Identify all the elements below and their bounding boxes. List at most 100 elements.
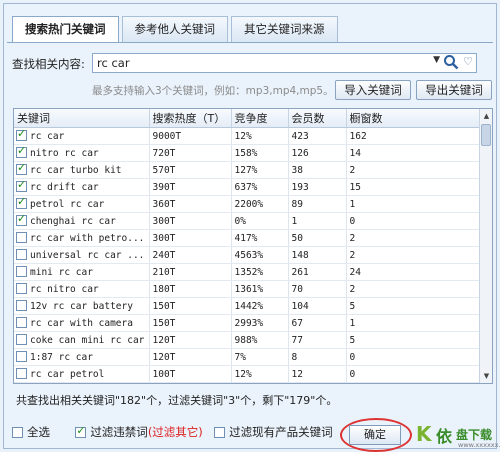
keyword-cell: rc car turbo kit	[14, 161, 150, 179]
row-checkbox[interactable]	[16, 283, 27, 294]
competition-cell: 2993%	[231, 314, 289, 332]
heat-cell: 300T	[149, 229, 232, 247]
keyword-text: rc car with camera	[30, 318, 133, 329]
competition-cell: 1361%	[231, 280, 289, 298]
table-row[interactable]: rc car 9000T12%423162	[14, 127, 481, 145]
heat-cell: 150T	[149, 314, 232, 332]
row-checkbox[interactable]	[16, 266, 27, 277]
row-checkbox[interactable]	[16, 196, 27, 209]
row-checkbox[interactable]	[16, 249, 27, 260]
competition-cell: 1352%	[231, 263, 289, 281]
filter-existing-checkbox[interactable]	[214, 427, 226, 438]
table-row[interactable]: mini rc car 210T 1352% 261 24	[14, 263, 481, 281]
logo-glyph: K	[416, 422, 432, 446]
keyword-text: 12v rc car battery	[30, 301, 133, 312]
members-cell: 261	[288, 263, 347, 281]
search-input[interactable]: rc car	[97, 56, 130, 70]
row-checkbox[interactable]	[16, 300, 27, 311]
heat-cell: 720T	[149, 144, 232, 162]
keyword-text: chenghai rc car	[30, 216, 116, 227]
table-row[interactable]: rc nitro car 180T 1361% 70 2	[14, 280, 481, 298]
row-checkbox[interactable]	[16, 232, 27, 243]
table-row[interactable]: rc car with camera 150T 2993% 67 1	[14, 314, 481, 332]
tab-bar: 搜索热门关键词 参考他人关键词 其它关键词来源	[12, 16, 341, 42]
windows-cell: 2	[346, 246, 481, 264]
competition-cell: 637%	[231, 178, 289, 196]
competition-cell: 4563%	[231, 246, 289, 264]
heat-cell: 150T	[149, 297, 232, 315]
table-row[interactable]: rc car turbo kit 570T127%382	[14, 161, 481, 179]
keyword-cell: nitro rc car	[14, 144, 150, 162]
row-checkbox[interactable]	[16, 334, 27, 345]
windows-cell: 1	[346, 314, 481, 332]
table-row[interactable]: nitro rc car 720T158%12614	[14, 144, 481, 162]
table-row[interactable]: coke can mini rc car 120T 988% 77 5	[14, 331, 481, 349]
heart-icon[interactable]: ♡	[463, 55, 473, 68]
row-checkbox[interactable]	[16, 162, 27, 175]
search-icon[interactable]	[443, 54, 459, 70]
table-row[interactable]: 12v rc car battery 150T 1442% 104 5	[14, 297, 481, 315]
search-combo[interactable]: rc car ▼ ♡	[92, 53, 477, 73]
export-keywords-button[interactable]: 导出关键词	[416, 80, 492, 100]
col-competition[interactable]: 竞争度	[231, 109, 289, 128]
members-cell: 12	[288, 365, 347, 383]
keyword-text: coke can mini rc car	[30, 335, 145, 346]
import-keywords-button[interactable]: 导入关键词	[335, 80, 411, 100]
keyword-cell: 12v rc car battery	[14, 297, 150, 315]
keyword-text: rc car with petro...	[30, 233, 145, 244]
filter-banned-checkbox[interactable]	[75, 424, 87, 438]
tab-other-sources[interactable]: 其它关键词来源	[231, 16, 338, 42]
logo-url: www.xxxxxx.com	[458, 441, 500, 449]
select-all-checkbox[interactable]	[12, 427, 23, 438]
filter-existing-label: 过滤现有产品关键词	[229, 425, 333, 439]
members-cell: 126	[288, 144, 347, 162]
keyword-dialog: 搜索热门关键词 参考他人关键词 其它关键词来源 查找相关内容: rc car ▼…	[3, 3, 500, 452]
scroll-thumb[interactable]	[481, 124, 491, 146]
scroll-up-icon[interactable]: ▲	[481, 110, 492, 122]
filter-other-link[interactable]: (过滤其它)	[148, 425, 203, 439]
row-checkbox[interactable]	[16, 128, 27, 141]
table-scrollbar[interactable]: ▲ ▼	[479, 109, 492, 383]
heat-cell: 240T	[149, 246, 232, 264]
members-cell: 193	[288, 178, 347, 196]
keyword-cell: rc nitro car	[14, 280, 150, 298]
row-checkbox[interactable]	[16, 317, 27, 328]
row-checkbox[interactable]	[16, 213, 27, 226]
table-row[interactable]: universal rc car ... 240T 4563% 148 2	[14, 246, 481, 264]
tab-reference-keywords[interactable]: 参考他人关键词	[121, 16, 228, 42]
keyword-text: rc nitro car	[30, 284, 99, 295]
tab-hot-keywords[interactable]: 搜索热门关键词	[12, 16, 119, 42]
tab-divider	[7, 42, 493, 43]
windows-cell: 2	[346, 229, 481, 247]
ok-button[interactable]: 确定	[349, 425, 401, 445]
table-row[interactable]: 1:87 rc car 120T 7% 8 0	[14, 348, 481, 366]
scroll-down-icon[interactable]: ▼	[481, 370, 492, 382]
keyword-text: rc drift car	[30, 182, 99, 193]
heat-cell: 210T	[149, 263, 232, 281]
row-checkbox[interactable]	[16, 145, 27, 158]
table-row[interactable]: chenghai rc car 300T0%10	[14, 212, 481, 230]
members-cell: 104	[288, 297, 347, 315]
table-row[interactable]: rc drift car 390T637%19315	[14, 178, 481, 196]
competition-cell: 1442%	[231, 297, 289, 315]
col-windows[interactable]: 橱窗数	[346, 109, 481, 128]
windows-cell: 162	[346, 127, 481, 145]
row-checkbox[interactable]	[16, 351, 27, 362]
chevron-down-icon[interactable]: ▼	[433, 55, 440, 65]
col-members[interactable]: 会员数	[288, 109, 347, 128]
col-keyword[interactable]: 关键词	[14, 109, 150, 128]
row-checkbox[interactable]	[16, 179, 27, 192]
keyword-cell: rc drift car	[14, 178, 150, 196]
members-cell: 148	[288, 246, 347, 264]
table-row[interactable]: rc car petrol 100T 12% 12 0	[14, 365, 481, 383]
heat-cell: 390T	[149, 178, 232, 196]
windows-cell: 2	[346, 161, 481, 179]
row-checkbox[interactable]	[16, 368, 27, 379]
col-heat[interactable]: 搜索热度（T）	[149, 109, 232, 128]
keyword-cell: rc car with camera	[14, 314, 150, 332]
table-row[interactable]: rc car with petro... 300T 417% 50 2	[14, 229, 481, 247]
table-row[interactable]: petrol rc car 360T2200%891	[14, 195, 481, 213]
heat-cell: 120T	[149, 348, 232, 366]
heat-cell: 360T	[149, 195, 232, 213]
heat-cell: 180T	[149, 280, 232, 298]
